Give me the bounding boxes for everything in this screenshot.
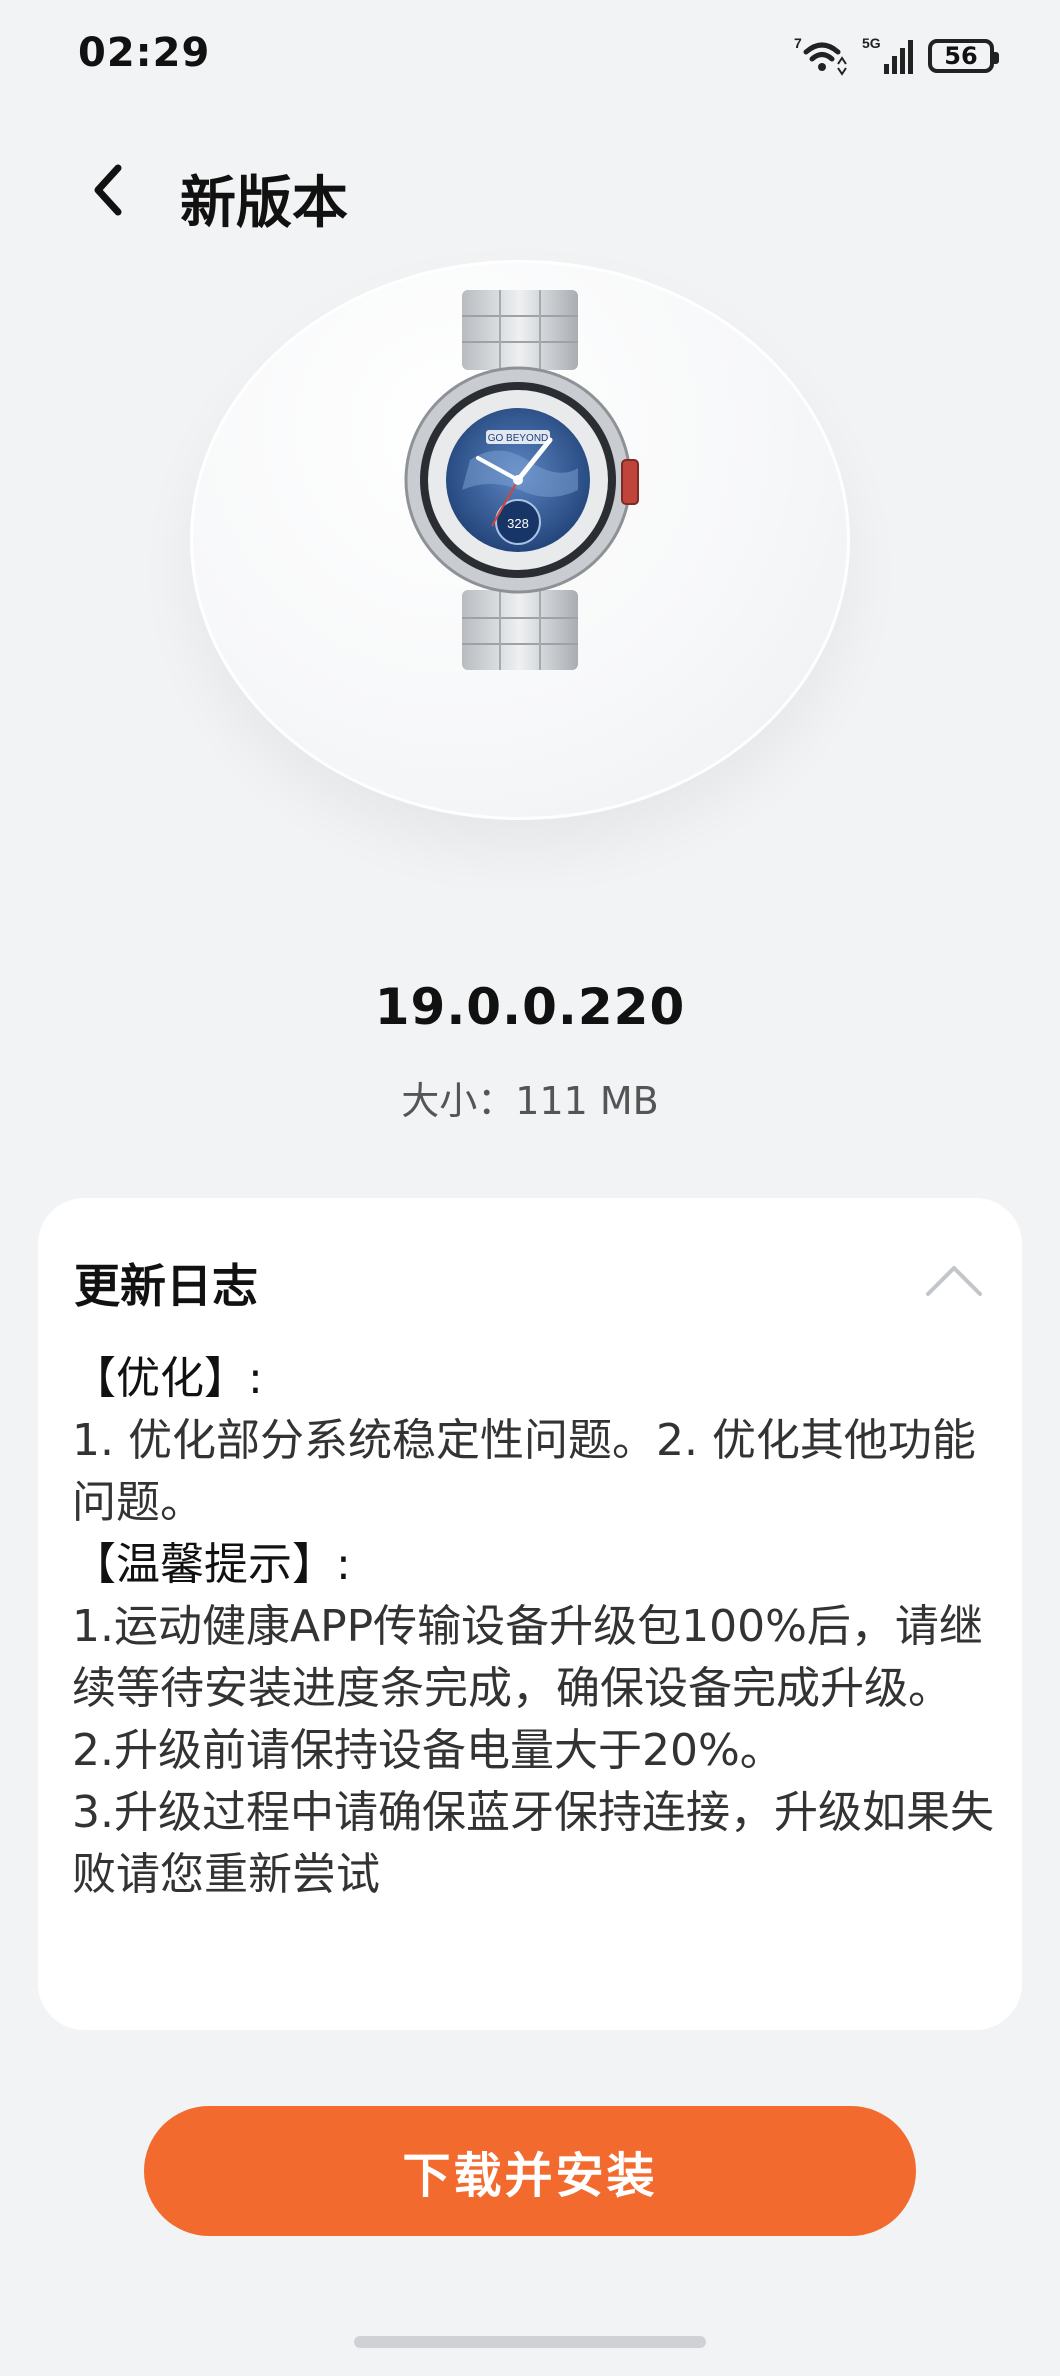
package-size: 大小：111 MB	[401, 1079, 659, 1123]
device-hero: 328 GO BEYOND	[190, 260, 850, 820]
download-install-button[interactable]: 下载并安装	[144, 2106, 916, 2236]
changelog-line: 1.运动健康APP传输设备升级包100%后，请继续等待安装进度条完成，确保设备完…	[72, 1601, 983, 1714]
home-indicator[interactable]	[354, 2336, 706, 2348]
changelog-line: 【优化】:	[72, 1353, 263, 1404]
smartwatch-image: 328 GO BEYOND	[404, 290, 639, 670]
status-bar: 02:29 7 5G 56	[0, 0, 1060, 110]
status-time: 02:29	[78, 30, 211, 76]
wifi-label: 7	[794, 35, 802, 51]
changelog-line: 3.升级过程中请确保蓝牙保持连接，升级如果失败请您重新尝试	[72, 1787, 994, 1900]
version-number: 19.0.0.220	[374, 978, 686, 1036]
signal-icon: 5G	[862, 35, 913, 74]
collapse-button[interactable]	[924, 1260, 984, 1300]
back-button[interactable]	[78, 160, 138, 220]
network-label: 5G	[862, 35, 881, 51]
status-icons: 7 5G 56	[792, 34, 999, 78]
svg-text:328: 328	[507, 516, 529, 531]
changelog-line: 2.升级前请保持设备电量大于20%。	[72, 1725, 784, 1776]
chevron-up-icon	[926, 1266, 982, 1296]
svg-text:GO BEYOND: GO BEYOND	[488, 433, 549, 444]
battery-icon: 56	[928, 39, 999, 73]
changelog-card: 更新日志 【优化】: 1. 优化部分系统稳定性问题。2. 优化其他功能问题。 【…	[38, 1198, 1022, 2030]
chevron-left-icon	[94, 164, 122, 216]
changelog-title: 更新日志	[74, 1259, 258, 1313]
page-header: 新版本	[0, 140, 1060, 240]
changelog-line: 1. 优化部分系统稳定性问题。2. 优化其他功能问题。	[72, 1415, 976, 1528]
wifi-icon: 7	[794, 35, 847, 76]
changelog-body: 【优化】: 1. 优化部分系统稳定性问题。2. 优化其他功能问题。 【温馨提示】…	[72, 1348, 1002, 1906]
changelog-line: 【温馨提示】:	[72, 1539, 351, 1590]
page-title: 新版本	[180, 171, 348, 236]
battery-level: 56	[944, 42, 978, 70]
